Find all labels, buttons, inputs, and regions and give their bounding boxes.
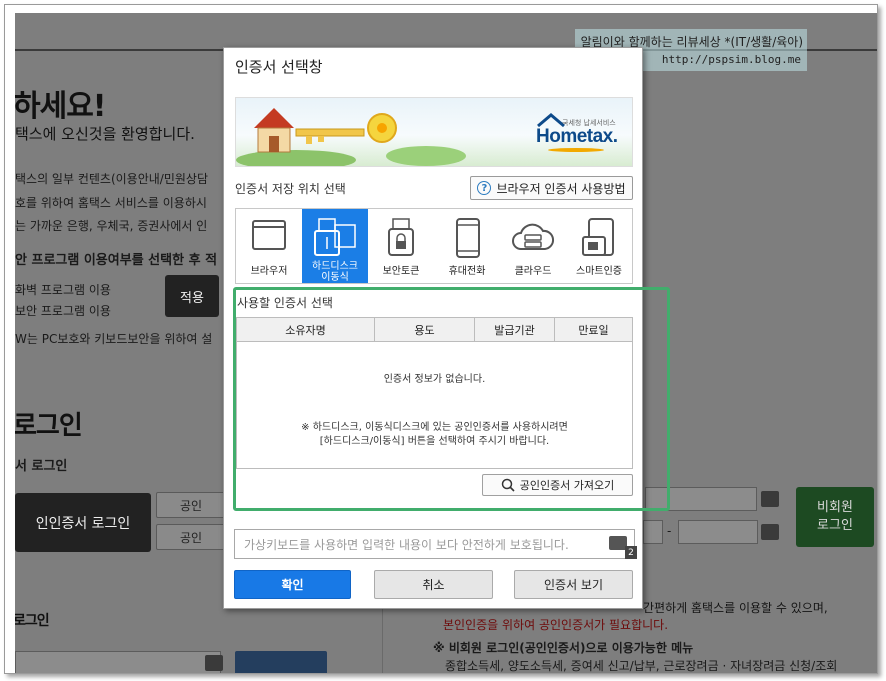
pc-protect-note: W는 PC보호와 키보드보안을 위하여 설 xyxy=(15,332,213,346)
option-firewall[interactable]: 화벽 프로그램 이용 xyxy=(15,281,111,298)
location-mobile[interactable]: 휴대전화 xyxy=(434,209,500,283)
location-smart-auth[interactable]: 스마트인증 xyxy=(566,209,632,283)
help-button-label: 브라우저 인증서 사용방법 xyxy=(496,181,626,196)
info-text-3: 는 가까운 은행, 우체국, 증권사에서 인 xyxy=(15,219,208,233)
location-label-harddisk: 하드디스크 이동식 xyxy=(312,261,358,283)
hometax-swoosh xyxy=(548,148,604,152)
program-select-text: 안 프로그램 이용여부를 선택한 후 적 xyxy=(15,253,218,268)
right-text-3: ※ 비회원 로그인(공인인증서)으로 이용가능한 메뉴 xyxy=(433,641,694,655)
info-text-2: 호를 위하여 홈택스 서비스를 이용하시 xyxy=(15,196,207,210)
background-blue-button[interactable] xyxy=(235,651,327,673)
watermark-line-2: http://pspsim.blog.me xyxy=(661,53,801,66)
dialog-title: 인증서 선택창 xyxy=(235,58,323,76)
location-label-mobile: 휴대전화 xyxy=(448,266,486,277)
location-label-browser: 브라우저 xyxy=(250,266,288,277)
option-security[interactable]: 보안 프로그램 이용 xyxy=(15,302,111,319)
cert-login-button[interactable]: 인인증서 로그인 xyxy=(15,493,151,552)
hometax-logo: 국세청 납세서비스 Hometax. xyxy=(536,113,622,158)
location-label-cloud: 클라우드 xyxy=(514,266,552,277)
login-heading: 로그인 xyxy=(15,411,83,441)
info-text-1: 택스의 일부 컨텐츠(이용안내/민원상담 xyxy=(15,172,208,186)
storage-location-tabs: 브라우저 하드디스크 이동식 보안토큰 휴대전화 클라우드 스마트인증 xyxy=(235,208,633,284)
welcome-text: 택스에 오신것을 환영합니다. xyxy=(15,125,195,143)
password-placeholder: 가상키보드를 사용하면 입력한 내용이 보다 안전하게 보호됩니다. xyxy=(244,537,569,552)
browser-icon xyxy=(252,220,286,250)
cancel-button[interactable]: 취소 xyxy=(374,570,493,599)
location-label-smart-auth: 스마트인증 xyxy=(576,266,622,277)
nonmember-login-label: 비회원 로그인 xyxy=(817,500,853,533)
public-cert-button-1[interactable]: 공인 xyxy=(156,492,226,518)
location-cloud[interactable]: 클라우드 xyxy=(500,209,566,283)
public-cert-button-2[interactable]: 공인 xyxy=(156,524,226,550)
right-text-1: 간편하게 홈택스를 이용할 수 있으며, xyxy=(643,601,828,615)
location-browser[interactable]: 브라우저 xyxy=(236,209,302,283)
dash-separator: - xyxy=(667,524,672,538)
hometax-wordmark: Hometax. xyxy=(536,126,618,147)
location-security-token[interactable]: 보안토큰 xyxy=(368,209,434,283)
question-icon: ? xyxy=(477,181,492,195)
storage-location-label: 인증서 저장 위치 선택 xyxy=(235,182,346,196)
house-key-illustration xyxy=(236,108,466,166)
right-text-2: 본인인증을 위하여 공인인증서가 필요합니다. xyxy=(443,618,669,632)
highlight-box xyxy=(233,287,670,511)
location-harddisk[interactable]: 하드디스크 이동식 xyxy=(302,209,368,283)
confirm-button[interactable]: 확인 xyxy=(234,570,351,599)
cloud-icon xyxy=(512,223,554,250)
mobile-phone-icon xyxy=(456,218,480,258)
browser-cert-help-button[interactable]: ? 브라우저 인증서 사용방법 xyxy=(470,176,633,200)
keyboard-icon[interactable] xyxy=(205,655,223,671)
cert-password-input[interactable]: 가상키보드를 사용하면 입력한 내용이 보다 안전하게 보호됩니다. xyxy=(234,529,635,559)
usb-drive-icon xyxy=(314,218,356,256)
virtual-keyboard-toggle[interactable]: 2 xyxy=(609,536,637,560)
keyboard-icon-2[interactable] xyxy=(761,491,779,507)
location-label-security-token: 보안토큰 xyxy=(382,266,420,277)
nonmember-field-a[interactable] xyxy=(643,520,663,544)
smart-auth-icon xyxy=(582,218,614,256)
hometax-banner: 국세청 납세서비스 Hometax. xyxy=(235,97,633,167)
login-heading-2: 로그인 xyxy=(15,613,50,629)
greeting-heading: 하세요! xyxy=(15,89,106,124)
cert-login-subheading: 서 로그인 xyxy=(15,459,68,474)
virtual-keyboard-badge: 2 xyxy=(625,546,637,559)
security-token-icon xyxy=(388,218,414,256)
nonmember-login-button[interactable]: 비회원 로그인 xyxy=(796,487,874,547)
right-text-4: 종합소득세, 양도소득세, 증여세 신고/납부, 근로장려금 · 자녀장려금 신… xyxy=(445,659,838,673)
apply-button[interactable]: 적용 xyxy=(165,275,219,317)
view-cert-button[interactable]: 인증서 보기 xyxy=(514,570,633,599)
nonmember-field-b[interactable] xyxy=(678,520,758,544)
background-input-field[interactable] xyxy=(15,651,221,673)
keyboard-icon-3[interactable] xyxy=(761,524,779,540)
screenshot-frame: 하세요! 택스에 오신것을 환영합니다. 택스의 일부 컨텐츠(이용안내/민원상… xyxy=(4,4,878,674)
